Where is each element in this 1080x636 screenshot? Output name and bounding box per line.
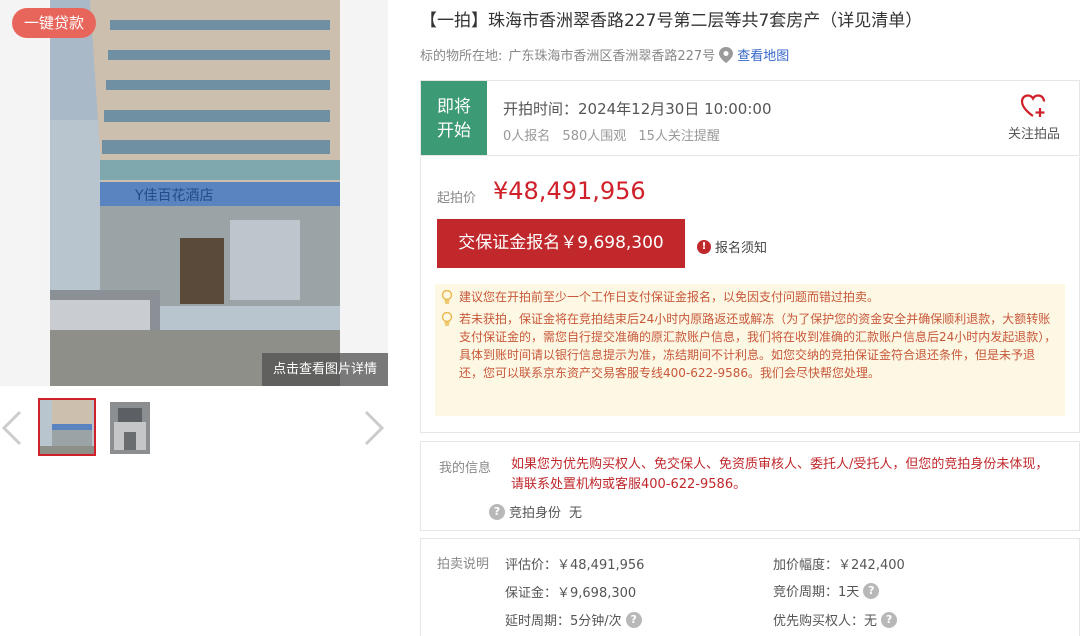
auction-details-panel: 拍卖说明 评估价：￥48,491,956 加价幅度：￥242,400 保证金：￥… [420,538,1080,636]
question-icon[interactable]: ? [881,611,898,628]
lightbulb-icon [441,312,453,326]
main-property-image[interactable]: Y佳百花酒店 一键贷款 点击查看图片详情 [0,0,388,386]
view-image-detail-button[interactable]: 点击查看图片详情 [262,353,388,386]
bid-increment-text: 加价幅度：￥242,400 [773,558,905,573]
question-icon[interactable]: ? [863,582,880,599]
alert-icon: ! [697,239,711,254]
map-pin-icon [719,46,734,63]
view-count: 580人围观 [562,129,627,144]
building-photo: Y佳百花酒店 [50,0,340,386]
deposit-amount-text: 保证金：￥9,698,300 [505,586,637,601]
tips-box: 建议您在开拍前至少一个工作日支付保证金报名，以免因支付问题而错过拍卖。 若未获拍… [435,284,1065,416]
start-price-value: ¥48,491,956 [493,177,646,205]
participation-counts: 0人报名 580人围观 15人关注提醒 [503,125,728,144]
start-time: 开拍时间：2024年12月30日 10:00:00 [503,100,772,118]
priority-buyer-text: 优先购买权人：无 [773,614,878,629]
lightbulb-icon [441,290,453,304]
thumbnail-1[interactable] [38,398,96,456]
chevron-right-icon[interactable] [362,408,386,448]
identity-label: 竞拍身份 [509,506,562,521]
my-info-text: 如果您为优先购买权人、免交保人、免资质审核人、委托人/受托人，但您的竞拍身份未体… [511,457,1049,492]
auction-status-panel: 即将 开始 开拍时间：2024年12月30日 10:00:00 0人报名 580… [420,80,1080,156]
status-tag-line2: 开始 [437,121,471,141]
identity-value: 无 [569,506,583,521]
appraisal-price: 评估价：￥48,491,956 [505,554,644,573]
registration-notice-link[interactable]: ! 报名须知 [697,237,767,256]
price-panel: 起拍价 ¥48,491,956 交保证金报名￥9,698,300 ! 报名须知 … [420,157,1080,433]
thumbnail-2[interactable] [110,402,150,454]
question-icon[interactable]: ? [625,611,642,628]
delay-period-text: 延时周期：5分钟/次 [505,614,622,629]
follow-label: 关注拍品 [1007,127,1060,142]
question-icon[interactable]: ? [489,503,505,520]
deposit-amount: 保证金：￥9,698,300 [505,582,636,601]
heart-plus-icon [1020,94,1046,117]
location-address: 广东珠海市香洲区香洲翠香路227号 [508,49,716,64]
tip-text: 若未获拍，保证金将在竞拍结束后24小时内原路返还或解冻（为了保护您的资金安全并确… [459,312,1057,380]
tip-item: 建议您在开拍前至少一个工作日支付保证金报名，以免因支付问题而错过拍卖。 [441,288,1057,306]
signup-count: 0人报名 [503,129,551,144]
pay-deposit-register-button[interactable]: 交保证金报名￥9,698,300 [437,219,685,268]
page-title: 【一拍】珠海市香洲翠香路227号第二层等共7套房产（详见清单） [420,11,923,31]
location-label: 标的物所在地: [420,49,503,64]
follow-button[interactable]: 关注拍品 [999,93,1069,142]
view-map-link[interactable]: 查看地图 [737,45,789,64]
loan-badge[interactable]: 一键贷款 [12,8,97,38]
registration-notice-label: 报名须知 [715,241,768,256]
my-info-panel: 我的信息 如果您为优先购买权人、免交保人、免资质审核人、委托人/受托人，但您的竞… [420,441,1080,531]
appraisal-price-text: 评估价：￥48,491,956 [505,558,645,573]
status-tag: 即将 开始 [421,81,487,155]
chevron-left-icon[interactable] [0,408,24,448]
start-price-label: 起拍价 [437,191,477,206]
location-row: 标的物所在地: 广东珠海市香洲区香洲翠香路227号 查看地图 [420,45,789,64]
bid-period-text: 竞价周期：1天 [773,585,860,600]
building-sign: Y佳百花酒店 [134,188,214,204]
tip-item: 若未获拍，保证金将在竞拍结束后24小时内原路返还或解冻（为了保护您的资金安全并确… [441,310,1057,382]
auction-details-label: 拍卖说明 [437,557,490,572]
tip-text: 建议您在开拍前至少一个工作日支付保证金报名，以免因支付问题而错过拍卖。 [459,290,880,304]
bid-increment: 加价幅度：￥242,400 [773,554,905,573]
reminder-count: 15人关注提醒 [638,129,720,144]
priority-buyer: 优先购买权人：无 ? [773,610,898,629]
delay-period: 延时周期：5分钟/次 ? [505,610,642,629]
my-info-label: 我的信息 [439,461,492,476]
bidder-identity: ? 竞拍身份 无 [489,502,582,521]
bid-period: 竞价周期：1天 ? [773,581,880,600]
status-tag-line1: 即将 [437,97,471,117]
